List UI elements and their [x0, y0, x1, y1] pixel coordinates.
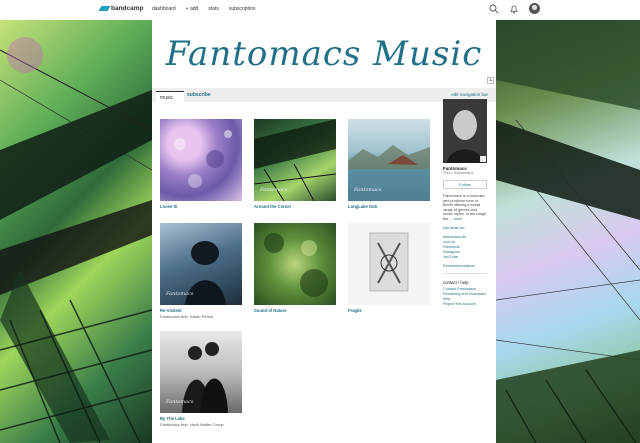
album-cover[interactable]: Fantomacs — [348, 119, 430, 201]
album-cover[interactable] — [348, 223, 430, 305]
bell-icon[interactable] — [509, 4, 519, 14]
album-item[interactable]: Sound of Nature — [254, 223, 336, 313]
background-right-art — [496, 20, 640, 443]
artist-sidebar: Fantomacs Thun, Switzerland Follow Fanto… — [443, 99, 487, 307]
logo-text: bandcamp — [111, 5, 144, 12]
album-artist[interactable]: Fantomacs feat. Sarah Peters — [160, 314, 242, 319]
report-account-link[interactable]: Report this account — [443, 302, 487, 307]
cover-label: Fantomacs — [166, 399, 194, 405]
artist-bio-text: Fantomacs is a musician and producer bor… — [443, 194, 487, 221]
album-item[interactable]: Fantomacs By The Lake Fantomacs feat. He… — [160, 331, 242, 427]
tab-music[interactable]: music — [156, 91, 184, 103]
band-header[interactable]: Fantomacs Music — [152, 20, 496, 88]
top-nav: dashboard + add stats subscription — [152, 6, 256, 12]
album-title[interactable]: By The Lake — [160, 416, 242, 421]
divider — [443, 272, 487, 274]
album-cover[interactable] — [160, 119, 242, 201]
nav-dashboard[interactable]: dashboard — [152, 6, 176, 12]
album-item[interactable]: Fantomacs LongLake Dub — [348, 119, 430, 209]
album-cover[interactable]: Fantomacs — [254, 119, 336, 201]
recommendations-link[interactable]: Recommendations — [443, 264, 487, 269]
artist-bio: Fantomacs is a musician and producer bor… — [443, 194, 487, 222]
cover-art — [174, 130, 232, 188]
nav-stats[interactable]: stats — [208, 6, 219, 12]
bandcamp-logo[interactable]: bandcamp — [98, 5, 144, 12]
album-item[interactable]: Fantomacs Around the Corner — [254, 119, 336, 209]
cover-art — [264, 233, 328, 297]
album-title[interactable]: Sound of Nature — [254, 308, 336, 313]
follow-button[interactable]: Follow — [443, 180, 487, 189]
cover-label: Fantomacs — [166, 291, 194, 297]
cover-art — [369, 232, 409, 292]
album-title[interactable]: Loose It! — [160, 204, 242, 209]
streaming-help-link[interactable]: Streaming and Download help — [443, 292, 487, 302]
edit-navigation-link[interactable]: edit navigation bar — [451, 92, 488, 97]
album-title[interactable]: LongLake Dub — [348, 204, 430, 209]
collapse-header-button[interactable]: ▴ — [487, 77, 494, 84]
top-bar: bandcamp dashboard + add stats subscript… — [0, 0, 640, 20]
album-item[interactable]: Fragile — [348, 223, 430, 313]
album-artist[interactable]: Fantomacs feat. Heidi Walter Group — [160, 422, 242, 427]
nav-subscription[interactable]: subscription — [229, 6, 256, 12]
cover-label: Fantomacs — [354, 187, 382, 193]
band-title: Fantomacs Music — [165, 34, 483, 74]
nav-add[interactable]: + add — [186, 6, 199, 12]
search-icon[interactable] — [489, 4, 499, 14]
album-title[interactable]: Around the Corner — [254, 204, 336, 209]
top-icons — [489, 3, 540, 14]
bio-more-link[interactable]: more — [454, 217, 463, 221]
contact-heading: contact / help — [443, 279, 469, 285]
album-item[interactable]: Fantomacs Re-Visited! Fantomacs feat. Sa… — [160, 223, 242, 319]
album-title[interactable]: Re-Visited! — [160, 308, 242, 313]
album-cover[interactable]: Fantomacs — [160, 223, 242, 305]
album-cover[interactable] — [254, 223, 336, 305]
album-title[interactable]: Fragile — [348, 308, 430, 313]
album-cover[interactable]: Fantomacs — [160, 331, 242, 413]
background-left-art — [0, 37, 152, 443]
user-avatar[interactable] — [529, 3, 540, 14]
background-right — [496, 20, 640, 443]
artist-location: Thun, Switzerland — [443, 171, 474, 175]
tab-subscribe[interactable]: subscribe — [187, 92, 211, 98]
artist-photo[interactable] — [443, 99, 487, 163]
cover-label: Fantomacs — [260, 187, 288, 193]
artist-portrait — [443, 99, 487, 163]
bandcamp-logo-icon — [98, 6, 111, 11]
album-item[interactable]: Loose It! — [160, 119, 242, 209]
background-left — [0, 20, 152, 443]
